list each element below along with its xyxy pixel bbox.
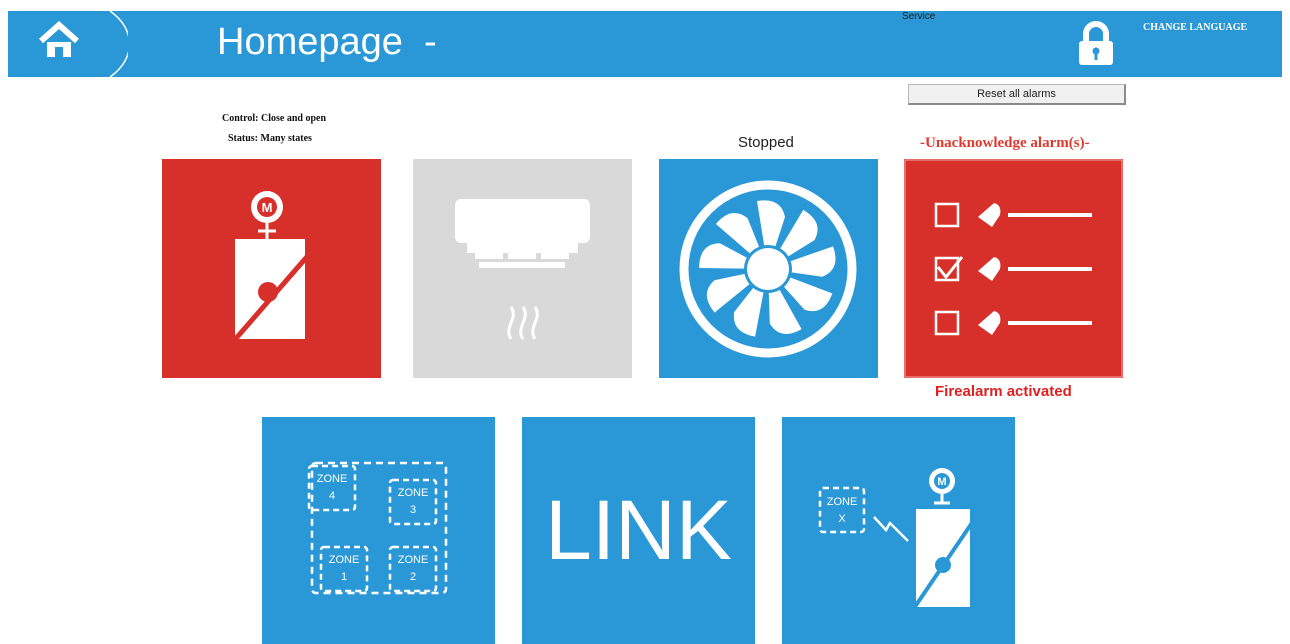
zone-label: ZONE bbox=[329, 554, 360, 566]
smoke-detector-icon bbox=[455, 199, 590, 340]
change-language-link[interactable]: CHANGE LANGUAGE bbox=[1143, 22, 1247, 33]
motor-letter: M bbox=[937, 476, 946, 488]
link-label: LINK bbox=[545, 483, 732, 577]
zone-label: ZONE bbox=[827, 496, 858, 508]
lock-button[interactable] bbox=[1073, 20, 1119, 66]
zones-icon: ZONE 4 ZONE 3 ZONE 1 ZONE 2 bbox=[307, 461, 448, 595]
status-label: Status: bbox=[228, 133, 259, 144]
zones-tile[interactable]: ZONE 4 ZONE 3 ZONE 1 ZONE 2 bbox=[262, 417, 495, 644]
link-tile[interactable]: LINK bbox=[522, 417, 755, 644]
zone-damper-tile[interactable]: ZONE X M bbox=[782, 417, 1015, 644]
unacknowledged-alarm-label: -Unacknowledge alarm(s)- bbox=[920, 135, 1090, 151]
zone-label: ZONE bbox=[317, 473, 348, 485]
status-info: Status: Many states bbox=[228, 133, 312, 144]
zone-number: X bbox=[838, 513, 846, 525]
zone-number: 1 bbox=[341, 571, 347, 583]
alarm-list-icon bbox=[904, 159, 1123, 378]
status-value: Many states bbox=[260, 133, 312, 144]
fire-alarm-label: Firealarm activated bbox=[935, 383, 1072, 400]
home-icon bbox=[39, 10, 131, 78]
control-info: Control: Close and open bbox=[222, 113, 326, 124]
damper-icon: M bbox=[223, 191, 314, 353]
fan-icon bbox=[679, 180, 857, 358]
service-label: Service bbox=[902, 11, 936, 22]
zone-number: 2 bbox=[410, 571, 416, 583]
smoke-detector-tile[interactable] bbox=[413, 159, 632, 378]
reset-alarms-button[interactable]: Reset all alarms bbox=[908, 84, 1126, 105]
motor-letter: M bbox=[262, 200, 273, 215]
alarm-list-tile[interactable] bbox=[904, 159, 1123, 378]
zone-damper-icon: ZONE X M bbox=[818, 468, 978, 619]
fan-tile[interactable] bbox=[659, 159, 878, 378]
fan-status-label: Stopped bbox=[738, 134, 794, 151]
lock-icon bbox=[1079, 21, 1113, 65]
damper-tile[interactable]: M bbox=[162, 159, 381, 378]
zone-label: ZONE bbox=[398, 487, 429, 499]
zone-number: 4 bbox=[329, 490, 335, 502]
control-value: Close and open bbox=[260, 113, 326, 124]
page-title: Homepage - bbox=[217, 21, 437, 63]
zone-label: ZONE bbox=[398, 554, 429, 566]
zone-number: 3 bbox=[410, 504, 416, 516]
control-label: Control: bbox=[222, 113, 259, 124]
home-button[interactable] bbox=[8, 10, 131, 78]
